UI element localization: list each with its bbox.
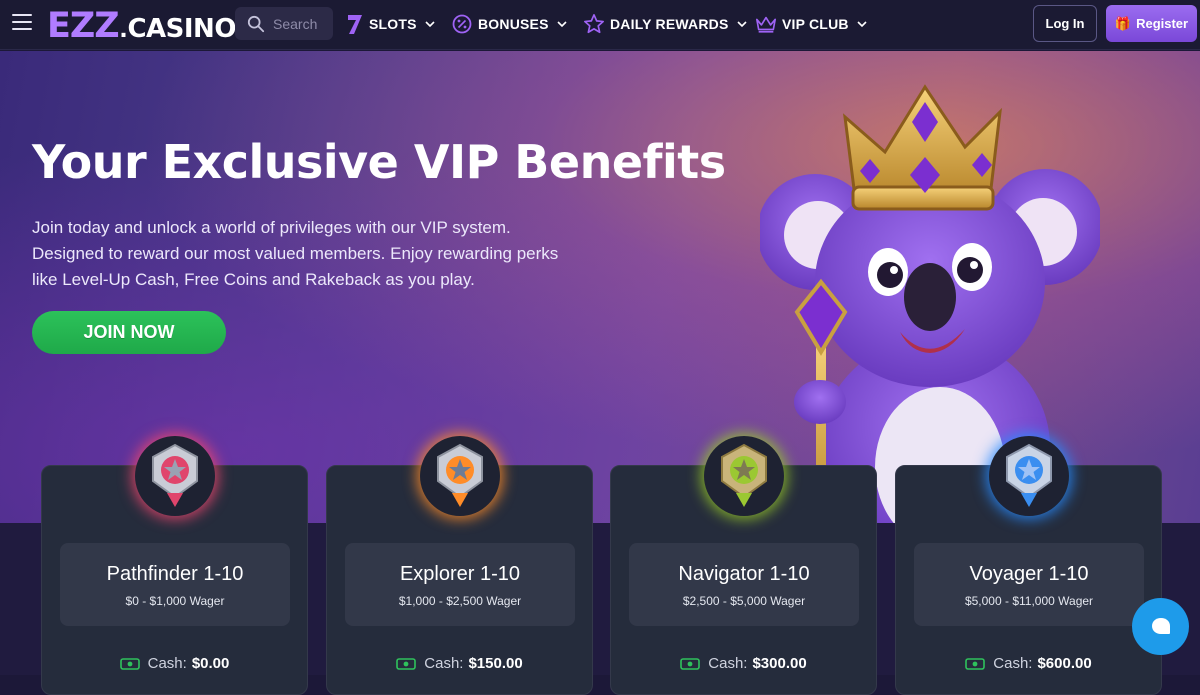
crown-icon	[756, 16, 776, 33]
tier-cash-reward: Cash: $0.00	[42, 655, 307, 672]
tier-badge	[703, 436, 784, 516]
logo-dot: .	[119, 12, 128, 43]
tier-cash-reward: Cash: $600.00	[896, 655, 1161, 672]
cash-label: Cash:	[708, 655, 748, 672]
hero-title: Your Exclusive VIP Benefits	[32, 135, 726, 189]
gift-icon: 🎁	[1114, 15, 1132, 31]
cash-icon	[119, 657, 140, 670]
tier-info-box: Pathfinder 1-10 $0 - $1,000 Wager	[60, 543, 290, 626]
register-label: Register	[1136, 16, 1189, 31]
tier-name: Pathfinder 1-10	[106, 563, 244, 585]
live-chat-button[interactable]	[1132, 598, 1189, 655]
tier-info-box: Voyager 1-10 $5,000 - $11,000 Wager	[914, 543, 1144, 626]
chat-bubble-icon	[1151, 617, 1170, 634]
join-now-button[interactable]: JOIN NOW	[32, 311, 226, 354]
tier-badge	[419, 436, 500, 516]
cash-label: Cash:	[424, 655, 464, 672]
chevron-down-icon	[857, 21, 867, 28]
nav-slots[interactable]: SLOTS	[347, 11, 435, 37]
chevron-down-icon	[557, 21, 567, 28]
nav-bonuses[interactable]: BONUSES	[452, 11, 567, 37]
nav-vip-club-label: VIP CLUB	[782, 16, 849, 32]
nav-daily-rewards[interactable]: DAILY REWARDS	[583, 11, 747, 37]
tier-card-navigator[interactable]: Navigator 1-10 $2,500 - $5,000 Wager Cas…	[610, 436, 877, 695]
star-shield-badge-icon	[720, 443, 767, 507]
cash-value: $0.00	[191, 655, 230, 672]
percent-badge-icon	[452, 14, 472, 34]
search-icon	[247, 15, 265, 32]
tier-wager-range: $5,000 - $11,000 Wager	[964, 594, 1094, 608]
cash-value: $600.00	[1037, 655, 1092, 672]
cash-label: Cash:	[993, 655, 1033, 672]
star-icon	[584, 14, 604, 34]
top-navbar: EZZ . CASINO SLOTS BONUSES DAILY REWARDS	[0, 0, 1200, 50]
nav-daily-rewards-label: DAILY REWARDS	[610, 16, 729, 32]
tier-wager-range: $2,500 - $5,000 Wager	[682, 594, 806, 608]
cash-icon	[396, 657, 417, 670]
cash-value: $300.00	[752, 655, 807, 672]
menu-icon[interactable]	[12, 14, 32, 32]
site-logo[interactable]: EZZ . CASINO	[47, 6, 236, 46]
star-shield-badge-icon	[151, 443, 198, 507]
nav-bonuses-label: BONUSES	[478, 16, 549, 32]
cash-label: Cash:	[147, 655, 187, 672]
logo-text-main: EZZ	[47, 6, 120, 46]
chevron-down-icon	[736, 21, 747, 28]
cash-icon	[965, 657, 986, 670]
tier-name: Navigator 1-10	[678, 563, 810, 585]
tier-card-explorer[interactable]: Explorer 1-10 $1,000 - $2,500 Wager Cash…	[326, 436, 593, 695]
tier-wager-range: $1,000 - $2,500 Wager	[398, 594, 522, 608]
login-button[interactable]: Log In	[1033, 5, 1097, 42]
tier-name: Explorer 1-10	[399, 563, 521, 585]
star-shield-badge-icon	[436, 443, 483, 507]
nav-vip-club[interactable]: VIP CLUB	[755, 11, 867, 37]
logo-text-sub: CASINO	[127, 14, 236, 44]
tier-cash-reward: Cash: $300.00	[611, 655, 876, 672]
cash-value: $150.00	[468, 655, 523, 672]
tier-info-box: Navigator 1-10 $2,500 - $5,000 Wager	[629, 543, 859, 626]
tier-card-pathfinder[interactable]: Pathfinder 1-10 $0 - $1,000 Wager Cash: …	[41, 436, 308, 695]
cash-icon	[680, 657, 701, 670]
tier-badge	[134, 436, 215, 516]
search-box[interactable]	[235, 7, 333, 40]
nav-slots-label: SLOTS	[369, 16, 417, 32]
star-shield-badge-icon	[1005, 443, 1052, 507]
tier-badge	[988, 436, 1069, 516]
chevron-down-icon	[425, 21, 435, 28]
seven-icon	[348, 15, 362, 34]
tier-info-box: Explorer 1-10 $1,000 - $2,500 Wager	[345, 543, 575, 626]
tier-name: Voyager 1-10	[969, 563, 1089, 585]
hero-description: Join today and unlock a world of privile…	[32, 218, 559, 289]
register-button[interactable]: 🎁 Register	[1106, 5, 1197, 42]
tier-wager-range: $0 - $1,000 Wager	[125, 594, 225, 608]
tier-cash-reward: Cash: $150.00	[327, 655, 592, 672]
search-input[interactable]	[273, 15, 333, 32]
tier-card-voyager[interactable]: Voyager 1-10 $5,000 - $11,000 Wager Cash…	[895, 436, 1162, 695]
